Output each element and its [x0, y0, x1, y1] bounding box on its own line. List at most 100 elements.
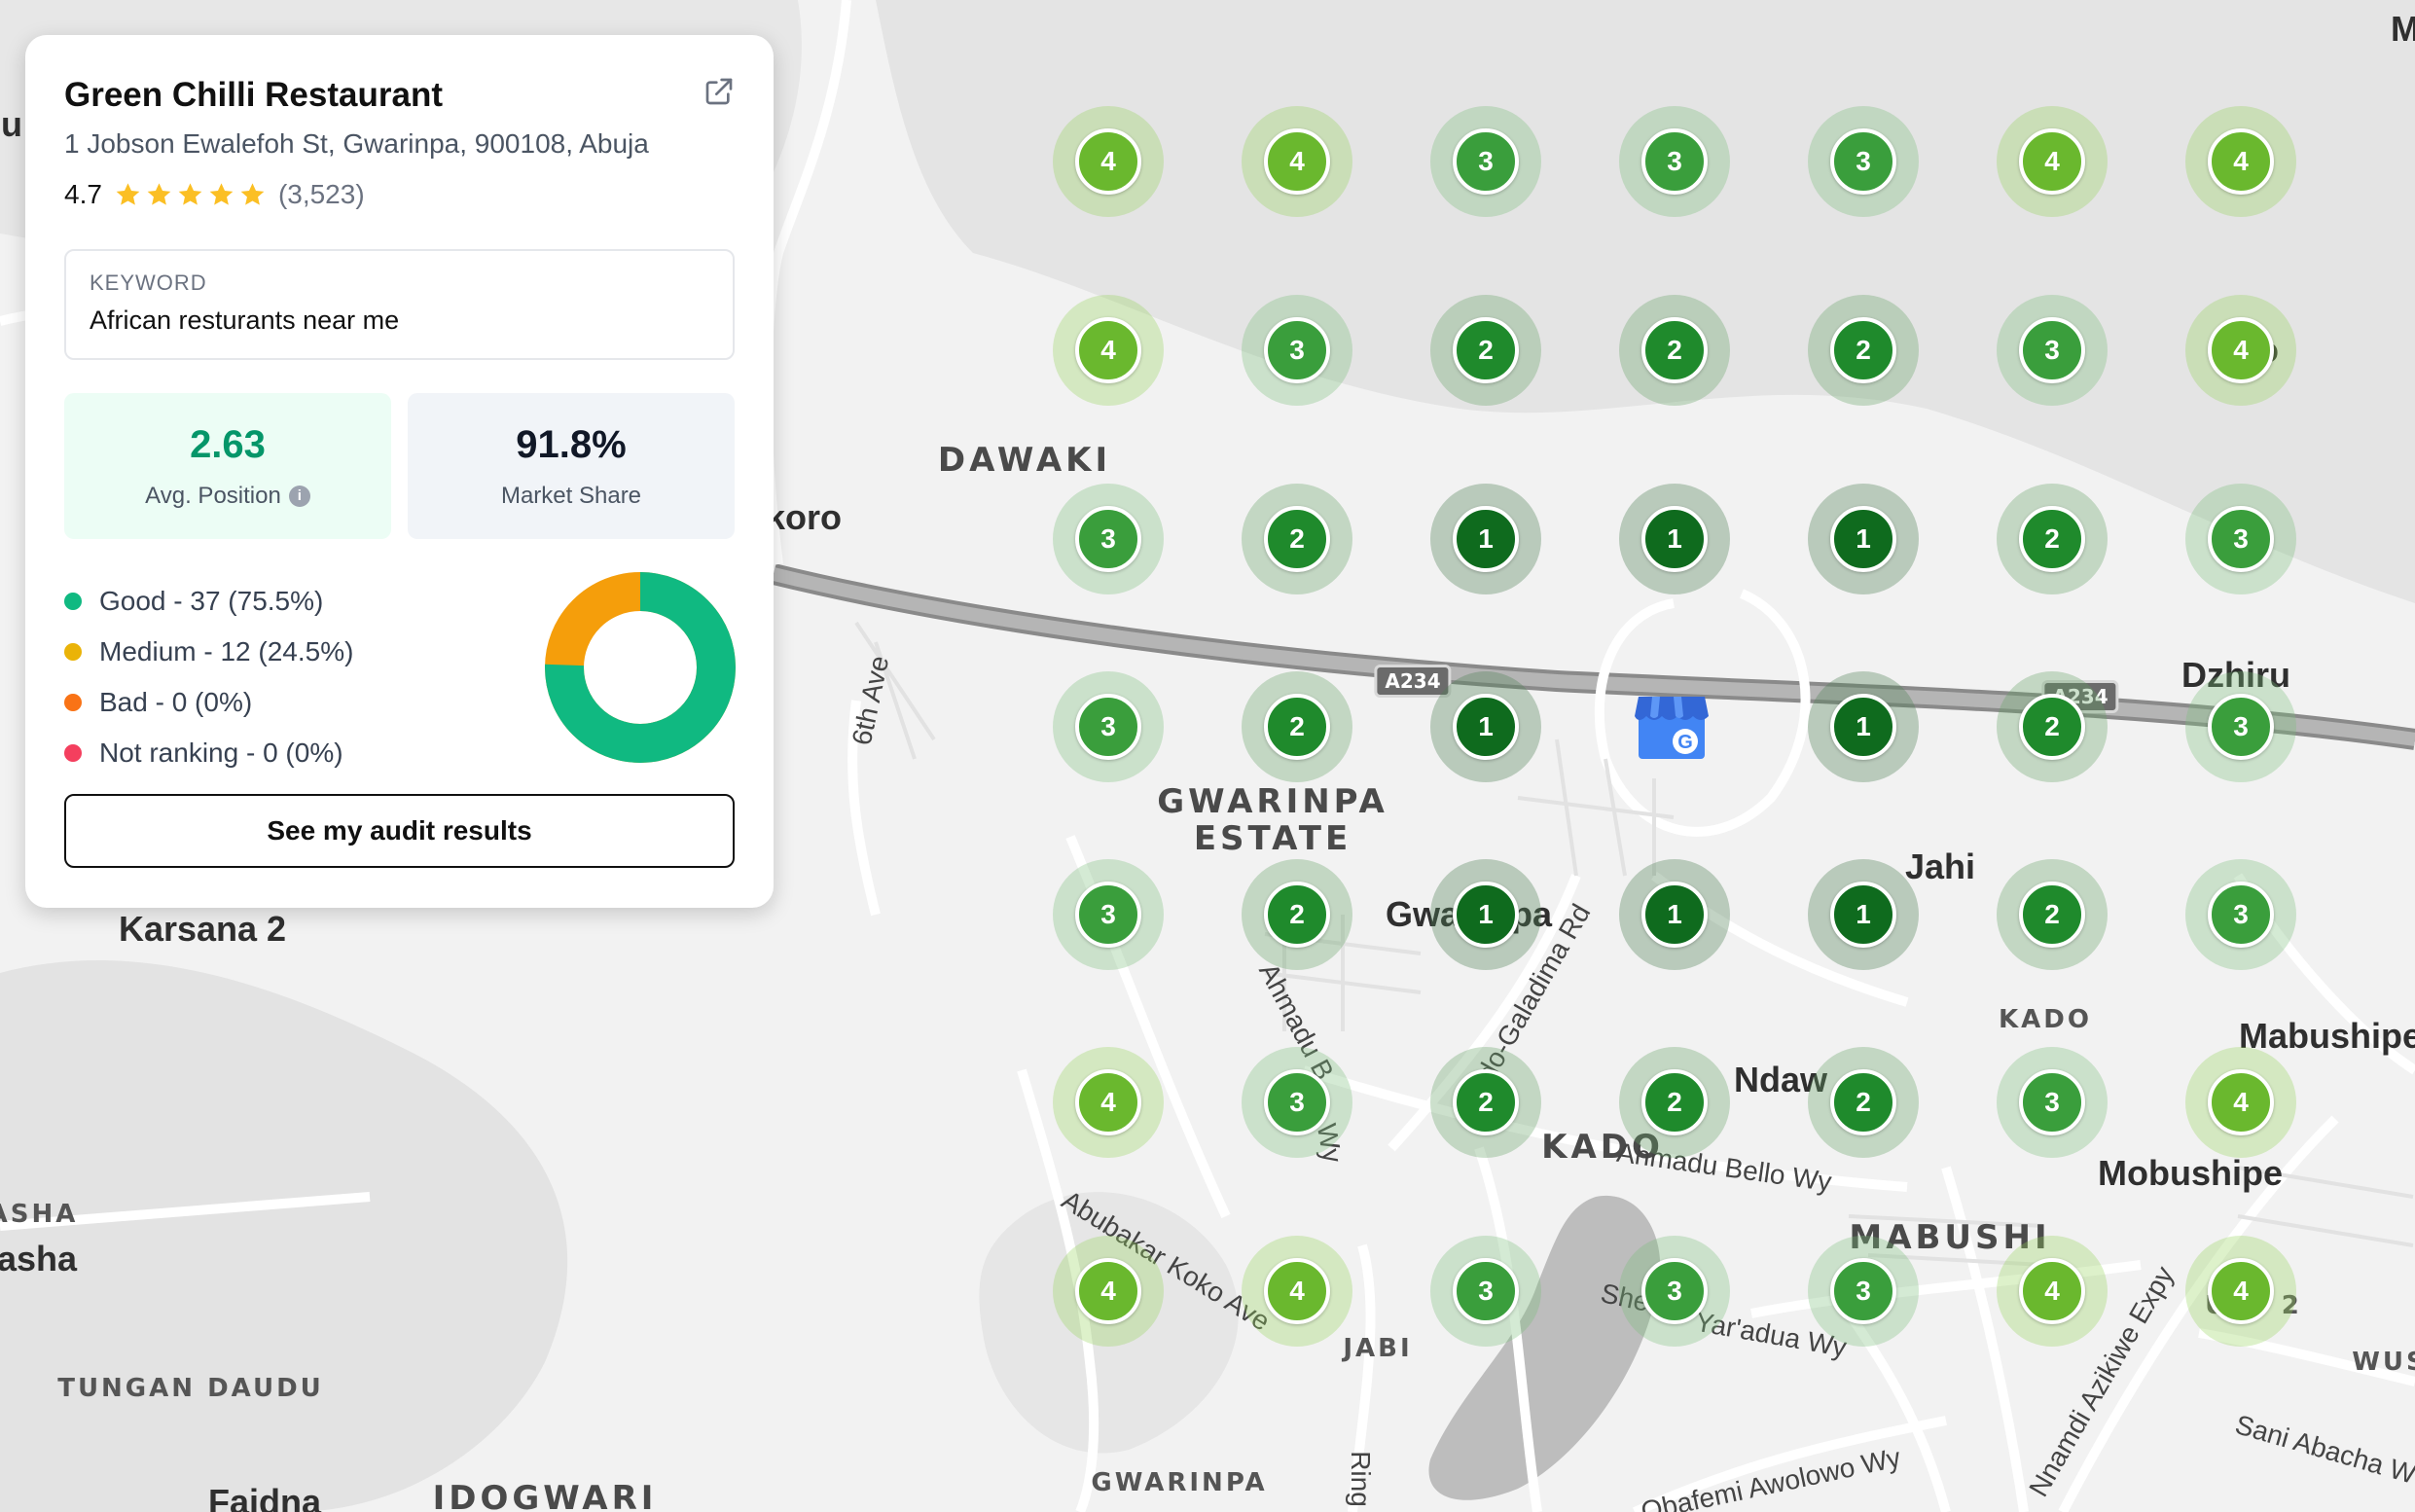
distribution-donut	[545, 572, 736, 763]
rank-pin[interactable]: 2	[1997, 671, 2108, 782]
rank-pin[interactable]: 3	[1997, 1047, 2108, 1158]
external-link-icon[interactable]	[703, 76, 735, 107]
rank-pin[interactable]: 3	[1619, 1236, 1730, 1347]
map-label: IDOGWARI	[432, 1479, 658, 1512]
rank-pin[interactable]: 4	[1053, 1047, 1164, 1158]
rank-pin[interactable]: 4	[2185, 295, 2296, 406]
rank-pin[interactable]: 3	[1997, 295, 2108, 406]
rank-pin[interactable]: 4	[1997, 1236, 2108, 1347]
rank-pin[interactable]: 2	[1242, 671, 1352, 782]
rank-pin[interactable]: 2	[1430, 1047, 1541, 1158]
rank-value: 3	[1075, 506, 1141, 572]
map-label: KADO	[1999, 1005, 2092, 1034]
legend-label: Not ranking - 0 (0%)	[99, 738, 343, 768]
keyword-value: African resturants near me	[90, 306, 400, 335]
rank-pin[interactable]: 4	[1242, 106, 1352, 217]
rank-pin[interactable]: 1	[1808, 859, 1919, 970]
rank-pin[interactable]: 3	[1808, 1236, 1919, 1347]
svg-text:G: G	[1677, 732, 1693, 753]
rank-value: 4	[1264, 1258, 1330, 1324]
market-share-stat: 91.8% Market Share	[408, 393, 735, 539]
business-card: Green Chilli Restaurant 1 Jobson Ewalefo…	[25, 35, 774, 908]
rank-pin[interactable]: 2	[1430, 295, 1541, 406]
rank-value: 3	[1264, 317, 1330, 383]
rank-pin[interactable]: 3	[1242, 295, 1352, 406]
map-label: GWARINPA	[1157, 782, 1388, 821]
rank-value: 2	[2019, 506, 2085, 572]
rank-pin[interactable]: 1	[1808, 671, 1919, 782]
rank-value: 4	[1075, 1069, 1141, 1135]
rank-pin[interactable]: 2	[1808, 295, 1919, 406]
rank-value: 1	[1453, 882, 1519, 948]
rank-value: 2	[1641, 317, 1708, 383]
rank-value: 1	[1453, 694, 1519, 760]
highway-shield: A234	[1374, 665, 1452, 698]
rank-pin[interactable]: 2	[1619, 295, 1730, 406]
map-label: Jahi	[1904, 846, 1976, 886]
rank-pin[interactable]: 2	[1997, 859, 2108, 970]
rank-value: 3	[2208, 882, 2274, 948]
rating-value: 4.7	[64, 179, 102, 209]
rank-pin[interactable]: 4	[1242, 1236, 1352, 1347]
legend-label: Good - 37 (75.5%)	[99, 586, 324, 616]
rank-pin[interactable]: 3	[1242, 1047, 1352, 1158]
map-label: Faidna	[207, 1482, 322, 1512]
rank-value: 3	[1075, 694, 1141, 760]
rank-pin[interactable]: 3	[2185, 859, 2296, 970]
rank-pin[interactable]: 1	[1808, 484, 1919, 594]
rank-pin[interactable]: 4	[1053, 1236, 1164, 1347]
avg-position-stat: 2.63 Avg. Position i	[64, 393, 391, 539]
rank-value: 3	[1830, 1258, 1896, 1324]
rank-pin[interactable]: 4	[2185, 1047, 2296, 1158]
rank-pin[interactable]: 4	[1053, 106, 1164, 217]
legend-dot	[64, 643, 82, 661]
rank-pin[interactable]: 3	[1053, 671, 1164, 782]
rank-pin[interactable]: 3	[1053, 484, 1164, 594]
rank-pin[interactable]: 1	[1430, 671, 1541, 782]
map-label: Mabushipe	[2238, 1016, 2415, 1056]
rank-value: 2	[2019, 882, 2085, 948]
rank-value: 4	[2208, 1258, 2274, 1324]
rank-pin[interactable]: 4	[1997, 106, 2108, 217]
rank-pin[interactable]: 2	[1242, 484, 1352, 594]
rank-pin[interactable]: 3	[1430, 1236, 1541, 1347]
map-label: koro	[765, 497, 843, 537]
rank-value: 4	[1075, 128, 1141, 195]
rank-pin[interactable]: 4	[2185, 1236, 2296, 1347]
rank-value: 3	[1453, 128, 1519, 195]
rank-value: 1	[1453, 506, 1519, 572]
rank-pin[interactable]: 1	[1430, 859, 1541, 970]
rank-pin[interactable]: 2	[1619, 1047, 1730, 1158]
rank-pin[interactable]: 4	[2185, 106, 2296, 217]
rank-pin[interactable]: 1	[1430, 484, 1541, 594]
see-audit-results-button[interactable]: See my audit results	[64, 794, 735, 868]
map-label: asha	[0, 1239, 78, 1278]
star-rating	[114, 181, 267, 209]
rank-pin[interactable]: 1	[1619, 859, 1730, 970]
avg-position-label: Avg. Position	[145, 482, 281, 509]
rank-value: 2	[1641, 1069, 1708, 1135]
market-share-label: Market Share	[500, 482, 642, 509]
rank-pin[interactable]: 4	[1053, 295, 1164, 406]
info-icon[interactable]: i	[288, 485, 310, 507]
map-label: M	[2391, 9, 2415, 49]
rank-pin[interactable]: 3	[1053, 859, 1164, 970]
rank-value: 2	[1264, 882, 1330, 948]
rank-pin[interactable]: 3	[2185, 671, 2296, 782]
rank-pin[interactable]: 3	[2185, 484, 2296, 594]
rank-value: 4	[1075, 1258, 1141, 1324]
rank-pin[interactable]: 2	[1808, 1047, 1919, 1158]
rank-value: 3	[1641, 128, 1708, 195]
review-count: (3,523)	[277, 179, 365, 209]
rank-value: 3	[2019, 317, 2085, 383]
rank-value: 4	[2208, 128, 2274, 195]
google-business-icon[interactable]: G	[1631, 683, 1712, 765]
star-icon	[147, 182, 171, 205]
legend-dot	[64, 694, 82, 711]
rank-pin[interactable]: 2	[1997, 484, 2108, 594]
rank-pin[interactable]: 2	[1242, 859, 1352, 970]
rank-pin[interactable]: 3	[1808, 106, 1919, 217]
rank-pin[interactable]: 3	[1619, 106, 1730, 217]
rank-pin[interactable]: 3	[1430, 106, 1541, 217]
rank-pin[interactable]: 1	[1619, 484, 1730, 594]
